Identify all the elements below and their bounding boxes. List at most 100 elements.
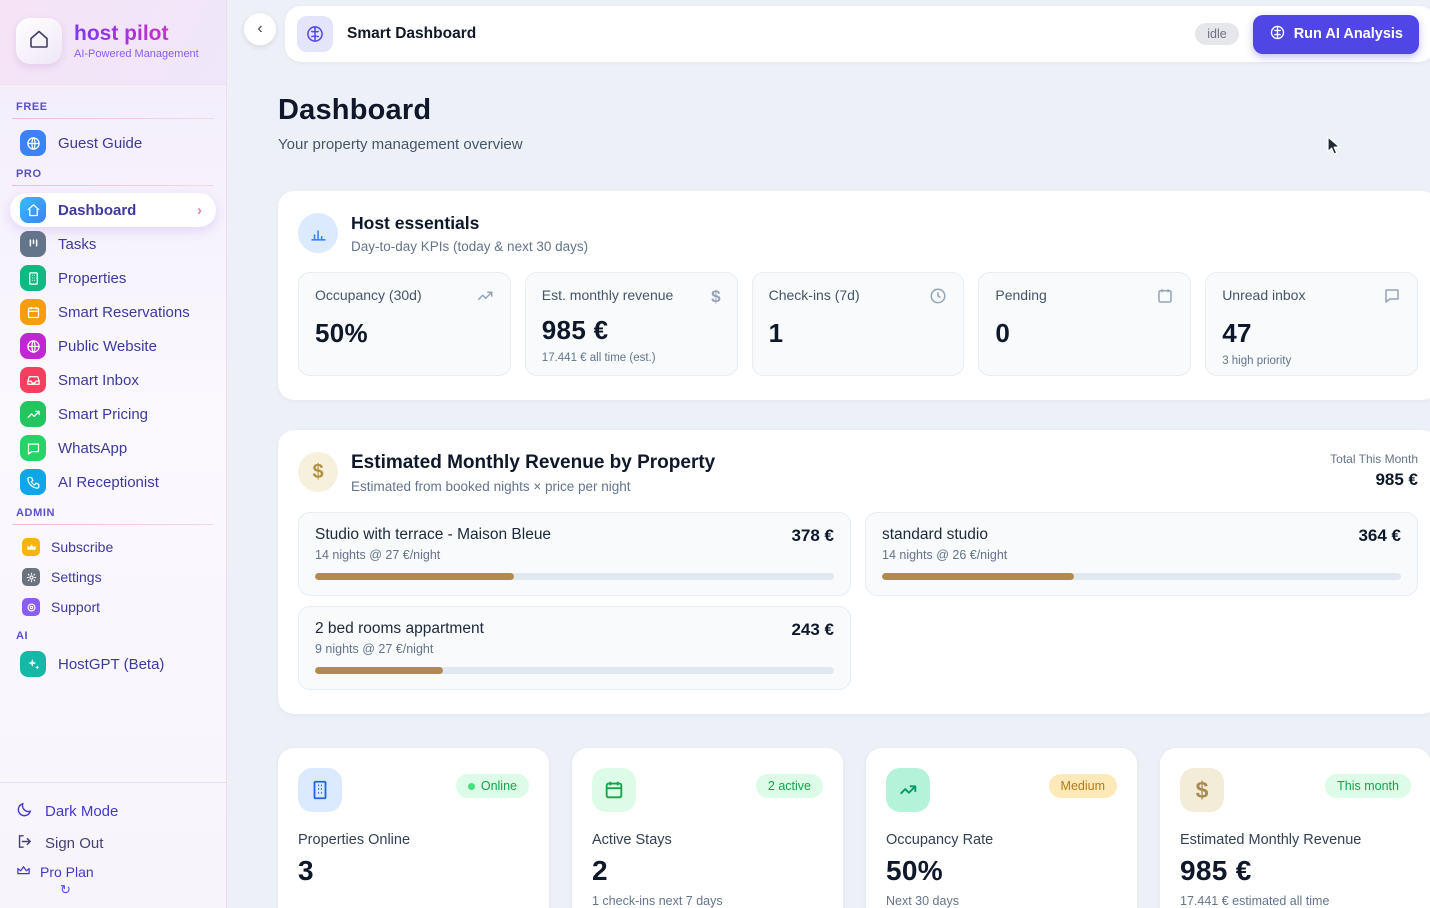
run-button-label: Run AI Analysis: [1294, 26, 1403, 42]
status-badge: 2 active: [756, 774, 823, 798]
total-this-month-label: Total This Month: [1330, 452, 1418, 466]
stat-properties-online: Online Properties Online 3: [278, 748, 549, 908]
sidebar-item-label: Smart Pricing: [58, 406, 148, 423]
sidebar-item-smart-reservations[interactable]: Smart Reservations: [10, 295, 216, 329]
sidebar-item-label: Guest Guide: [58, 135, 142, 152]
trending-up-icon: [886, 768, 930, 812]
host-essentials-subtitle: Day-to-day KPIs (today & next 30 days): [351, 239, 588, 254]
moon-icon: [16, 801, 33, 822]
sidebar: host pilot AI-Powered Management FREE Gu…: [0, 0, 227, 908]
plan-badge[interactable]: Pro Plan: [16, 863, 210, 881]
sidebar-item-whatsapp[interactable]: WhatsApp: [10, 431, 216, 465]
kpi-pending: Pending 0: [978, 272, 1191, 376]
property-name: Studio with terrace - Maison Bleue: [315, 526, 551, 544]
sidebar-item-tasks[interactable]: Tasks: [10, 227, 216, 261]
revenue-progress-track: [315, 667, 834, 674]
phone-icon: [20, 469, 46, 495]
property-row: 2 bed rooms appartment 9 nights @ 27 €/n…: [298, 606, 851, 690]
stat-label: Active Stays: [592, 832, 823, 848]
revenue-by-property-panel: $ Estimated Monthly Revenue by Property …: [278, 430, 1430, 714]
sidebar-item-label: Tasks: [58, 236, 96, 253]
kpi-occupancy: Occupancy (30d) 50%: [298, 272, 511, 376]
total-this-month-value: 985 €: [1330, 470, 1418, 490]
main-area: ‹ Smart Dashboard idle Run AI Analysis D…: [227, 0, 1430, 908]
badge-label: This month: [1337, 779, 1399, 793]
sidebar-item-settings[interactable]: Settings: [10, 562, 216, 592]
sidebar-footer: Dark Mode Sign Out Pro Plan ↻: [0, 782, 226, 908]
sidebar-item-properties[interactable]: Properties: [10, 261, 216, 295]
kpi-label: Occupancy (30d): [315, 287, 422, 303]
kpi-sub: 17.441 € all time (est.): [542, 352, 721, 364]
sidebar-item-label: AI Receptionist: [58, 474, 159, 491]
page-content: Dashboard Your property management overv…: [278, 94, 1430, 908]
sign-out-button[interactable]: Sign Out: [16, 827, 210, 859]
badge-label: Online: [481, 779, 517, 793]
sidebar-item-label: Support: [51, 599, 100, 615]
property-amount: 243 €: [791, 620, 834, 640]
revenue-progress-fill: [315, 573, 514, 580]
smart-dashboard-header: Smart Dashboard idle Run AI Analysis: [285, 6, 1430, 62]
logout-icon: [16, 833, 33, 854]
section-label-admin: ADMIN: [16, 507, 210, 519]
host-essentials-title: Host essentials: [351, 213, 588, 234]
section-divider: [12, 185, 214, 186]
calendar-icon: [20, 299, 46, 325]
sidebar-item-subscribe[interactable]: Subscribe: [10, 532, 216, 562]
sidebar-item-dashboard[interactable]: Dashboard ›: [10, 193, 216, 227]
stat-occupancy-rate: Medium Occupancy Rate 50% Next 30 days: [866, 748, 1137, 908]
status-badge: idle: [1195, 23, 1238, 45]
kpi-row: Occupancy (30d) 50% Est. monthly revenue…: [298, 272, 1418, 376]
section-label-ai: AI: [16, 630, 210, 642]
sidebar-item-smart-inbox[interactable]: Smart Inbox: [10, 363, 216, 397]
stat-label: Estimated Monthly Revenue: [1180, 832, 1411, 848]
property-name: standard studio: [882, 526, 1007, 544]
brand-name: host pilot: [74, 22, 199, 45]
plan-label: Pro Plan: [40, 864, 94, 880]
chevron-left-icon: ‹: [257, 20, 262, 38]
badge-label: Medium: [1061, 779, 1105, 793]
sidebar-item-ai-receptionist[interactable]: AI Receptionist: [10, 465, 216, 499]
sidebar-collapse-button[interactable]: ‹: [243, 12, 277, 46]
brain-icon: [1269, 24, 1286, 45]
sidebar-item-guest-guide[interactable]: Guest Guide: [10, 126, 216, 160]
stat-active-stays: 2 active Active Stays 2 1 check-ins next…: [572, 748, 843, 908]
help-icon: [22, 598, 40, 616]
clock-icon: [929, 287, 947, 310]
stat-value: 2: [592, 855, 823, 887]
sidebar-nav: FREE Guest Guide PRO Dashboard ›: [0, 85, 226, 782]
sidebar-item-support[interactable]: Support: [10, 592, 216, 622]
status-badge: Online: [456, 774, 529, 798]
brand-block: host pilot AI-Powered Management: [0, 0, 226, 85]
brand-tagline: AI-Powered Management: [74, 48, 199, 60]
dollar-icon: $: [298, 452, 338, 492]
dark-mode-toggle[interactable]: Dark Mode: [16, 795, 210, 827]
run-ai-analysis-button[interactable]: Run AI Analysis: [1253, 15, 1419, 54]
status-badge: This month: [1325, 774, 1411, 798]
stat-estimated-revenue: $ This month Estimated Monthly Revenue 9…: [1160, 748, 1430, 908]
inbox-icon: [20, 367, 46, 393]
stat-sub: 1 check-ins next 7 days: [592, 894, 823, 908]
sidebar-item-label: Smart Reservations: [58, 304, 190, 321]
sidebar-item-hostgpt[interactable]: HostGPT (Beta): [10, 647, 216, 681]
sidebar-item-label: Subscribe: [51, 539, 113, 555]
kpi-unread-inbox: Unread inbox 47 3 high priority: [1205, 272, 1418, 376]
property-detail: 14 nights @ 26 €/night: [882, 548, 1007, 562]
sidebar-item-smart-pricing[interactable]: Smart Pricing: [10, 397, 216, 431]
house-icon: [27, 27, 51, 56]
sidebar-item-public-website[interactable]: Public Website: [10, 329, 216, 363]
refresh-icon[interactable]: ↻: [60, 882, 210, 898]
stat-value: 3: [298, 855, 529, 887]
stat-value: 50%: [886, 855, 1117, 887]
sidebar-item-label: Smart Inbox: [58, 372, 139, 389]
chat-icon: [20, 435, 46, 461]
dollar-icon: $: [711, 287, 720, 307]
kpi-value: 1: [769, 318, 948, 349]
header-title: Smart Dashboard: [347, 25, 476, 43]
sidebar-item-label: WhatsApp: [58, 440, 127, 457]
section-divider: [12, 524, 214, 525]
stat-sub: Next 30 days: [886, 894, 1117, 908]
building-icon: [20, 265, 46, 291]
property-amount: 378 €: [791, 526, 834, 546]
revenue-progress-fill: [882, 573, 1074, 580]
page-title: Dashboard: [278, 94, 1430, 127]
